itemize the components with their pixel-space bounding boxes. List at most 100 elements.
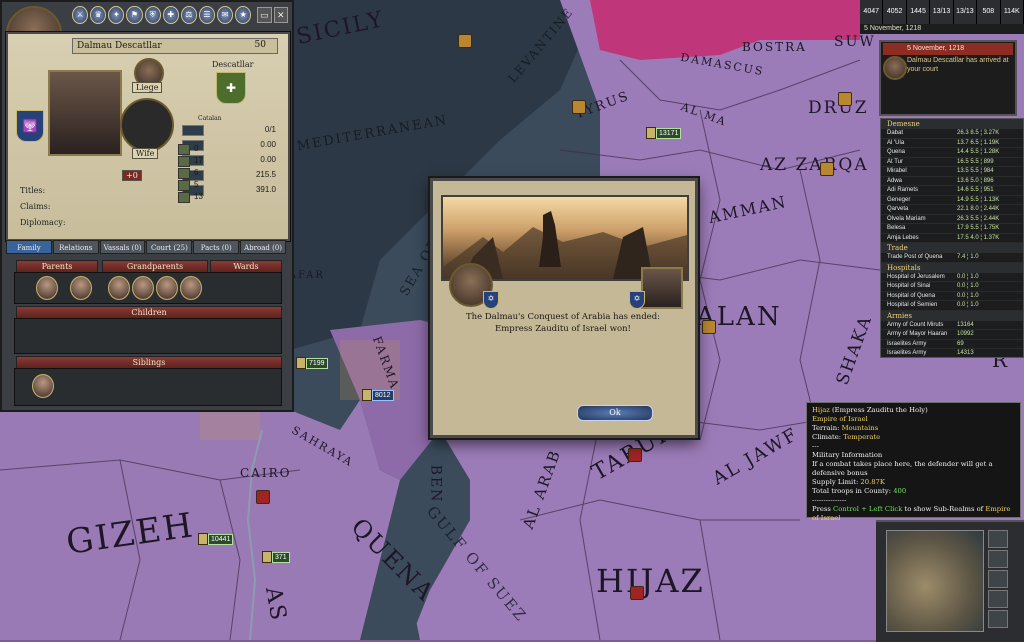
event-shield-right-icon[interactable]: ✡ <box>629 291 645 309</box>
family-portrait[interactable] <box>156 276 178 300</box>
castle-icon[interactable] <box>702 320 716 334</box>
resource-piety[interactable]: 1445 <box>907 0 931 24</box>
row-name: Quena <box>887 149 906 155</box>
army-unit[interactable]: 371 <box>262 551 290 563</box>
minimap[interactable] <box>886 530 984 632</box>
army-row[interactable]: Israelites Army 69 <box>881 340 1023 349</box>
map-label-ben: BEN <box>427 464 444 504</box>
ok-button[interactable]: Ok <box>577 405 653 421</box>
resource-prestige[interactable]: 4052 <box>883 0 907 24</box>
castle-icon[interactable] <box>820 162 834 176</box>
tab-relations[interactable]: Relations <box>52 240 99 254</box>
castle-icon[interactable] <box>256 490 270 504</box>
hospital-row[interactable]: Hospital of Jerusalem 0.0 ¦ 1.0 <box>881 273 1023 282</box>
army-row[interactable]: Israelites Army 14313 <box>881 349 1023 357</box>
resource-gold[interactable]: 4047 <box>860 0 884 24</box>
province-tooltip: Hijaz (Empress Zauditu the Holy) Empire … <box>806 402 1021 522</box>
demesne-row[interactable]: Amja Lebes 17.5 4.0 ¦ 1.37K <box>881 234 1023 243</box>
menu-button[interactable]: ★ <box>235 6 252 24</box>
demesne-row[interactable]: Mirabel 13.5 5.5 ¦ 984 <box>881 167 1023 177</box>
message-portrait <box>883 56 907 80</box>
close-button[interactable]: ✕ <box>273 7 288 23</box>
minimize-button[interactable]: ▭ <box>257 7 272 23</box>
family-portrait[interactable] <box>180 276 202 300</box>
menu-button[interactable]: ✉ <box>217 6 234 24</box>
army-row[interactable]: Army of Count Miruts 13164 <box>881 321 1023 330</box>
menu-button[interactable]: ✚ <box>162 6 179 24</box>
military-header: Military Information <box>812 451 883 459</box>
map-mode-button[interactable] <box>988 550 1008 568</box>
demesne-row[interactable]: Belesa 17.9 5.5 ¦ 1.75K <box>881 224 1023 234</box>
supply-label: Supply Limit: <box>812 478 859 486</box>
menu-button[interactable]: ☰ <box>198 6 215 24</box>
castle-icon[interactable] <box>458 34 472 48</box>
armies-header[interactable]: Armies <box>881 310 1023 321</box>
family-portrait[interactable] <box>70 276 92 300</box>
demesne-row[interactable]: Geneger 14.9 5.5 ¦ 1.13K <box>881 196 1023 205</box>
realm-shield-icon[interactable]: 🕎 <box>16 110 44 142</box>
demesne-row[interactable]: Al 'Ula 13.7 6.5 ¦ 1.19K <box>881 139 1023 148</box>
message-notification[interactable]: 5 November, 1218 Dalmau Descatllar has a… <box>879 40 1017 116</box>
map-mode-button[interactable] <box>988 610 1008 628</box>
castle-icon[interactable] <box>838 92 852 106</box>
liege-label: Liege <box>132 82 163 93</box>
family-portrait[interactable] <box>108 276 130 300</box>
defense-text: If a combat takes place here, the defend… <box>812 460 993 477</box>
demesne-row[interactable]: Qarveta 22.1 8.0 ¦ 2.44K <box>881 205 1023 215</box>
event-portrait-right[interactable] <box>641 267 683 309</box>
army-unit[interactable]: 7199 <box>296 357 328 369</box>
map-mode-button[interactable] <box>988 530 1008 548</box>
trade-header[interactable]: Trade <box>881 243 1023 253</box>
demesne-header[interactable]: Demesne <box>881 119 1023 129</box>
army-unit[interactable]: 10441 <box>198 533 234 545</box>
top-menu-bar: ⚔ ♛ ✦ ⚑ ⛨ ✚ ⚖ ☰ ✉ ★ ▭ ✕ <box>72 4 288 26</box>
demesne-row[interactable]: Dabat 26.3 8.5 ¦ 3.27K <box>881 129 1023 139</box>
tab-court[interactable]: Court (25) <box>146 240 193 254</box>
demesne-row[interactable]: Adwa 13.6 5.0 ¦ 896 <box>881 177 1023 186</box>
hospital-row[interactable]: Hospital of Quena 0.0 ¦ 1.0 <box>881 292 1023 301</box>
castle-icon[interactable] <box>628 448 642 462</box>
army-unit[interactable]: 13171 <box>646 127 682 139</box>
row-name: Olvela Mariam <box>887 215 926 222</box>
menu-button[interactable]: ⛨ <box>144 6 161 24</box>
menu-button[interactable]: ✦ <box>108 6 125 24</box>
castle-icon[interactable] <box>630 586 644 600</box>
menu-button[interactable]: ⚔ <box>72 6 89 24</box>
demesne-row[interactable]: Quena 14.4 5.5 ¦ 1.28K <box>881 148 1023 158</box>
resource-demesne[interactable]: 13/13 <box>930 0 954 24</box>
demesne-row[interactable]: At Tur 16.5 5.5 ¦ 899 <box>881 158 1023 167</box>
dynasty-shield-icon[interactable]: ✚ <box>216 72 246 104</box>
resource-vassals[interactable]: 13/13 <box>954 0 978 24</box>
castle-icon[interactable] <box>572 100 586 114</box>
tooltip-separator: --- <box>812 442 819 450</box>
army-row[interactable]: Army of Mayor Haaran 10992 <box>881 330 1023 340</box>
character-portrait[interactable] <box>48 70 122 156</box>
game-date[interactable]: 5 November, 1218 <box>860 24 1024 34</box>
trade-row[interactable]: Trade Post of Quena 7.4 ¦ 1.0 <box>881 253 1023 263</box>
supply-value: 20.87K <box>860 478 885 486</box>
menu-button[interactable]: ♛ <box>90 6 107 24</box>
wife-portrait[interactable] <box>120 98 174 152</box>
family-portrait[interactable] <box>36 276 58 300</box>
hospital-row[interactable]: Hospital of Sinai 0.0 ¦ 1.0 <box>881 282 1023 292</box>
hospital-row[interactable]: Hospital of Semien 0.0 ¦ 1.0 <box>881 301 1023 311</box>
tab-family[interactable]: Family <box>6 240 52 254</box>
map-mode-button[interactable] <box>988 590 1008 608</box>
demesne-row[interactable]: Olvela Mariam 26.3 5.5 ¦ 2.44K <box>881 215 1023 224</box>
event-shield-left-icon[interactable]: ✡ <box>483 291 499 309</box>
map-mode-button[interactable] <box>988 570 1008 588</box>
tab-abroad[interactable]: Abroad (0) <box>240 240 286 254</box>
resource-troops[interactable]: 114K <box>1001 0 1024 24</box>
tab-pacts[interactable]: Pacts (0) <box>193 240 240 254</box>
row-name: Amja Lebes <box>887 234 919 241</box>
army-unit[interactable]: 8012 <box>362 389 394 401</box>
menu-button[interactable]: ⚖ <box>180 6 197 24</box>
demesne-row[interactable]: Adi Ramets 14.6 5.5 ¦ 951 <box>881 186 1023 196</box>
resource-levies[interactable]: 508 <box>977 0 1001 24</box>
tab-vassals[interactable]: Vassals (0) <box>99 240 146 254</box>
map-label-suw: SUW <box>834 34 876 50</box>
family-portrait[interactable] <box>132 276 154 300</box>
menu-button[interactable]: ⚑ <box>126 6 143 24</box>
hospitals-header[interactable]: Hospitals <box>881 262 1023 273</box>
sibling-portrait[interactable] <box>32 374 54 398</box>
